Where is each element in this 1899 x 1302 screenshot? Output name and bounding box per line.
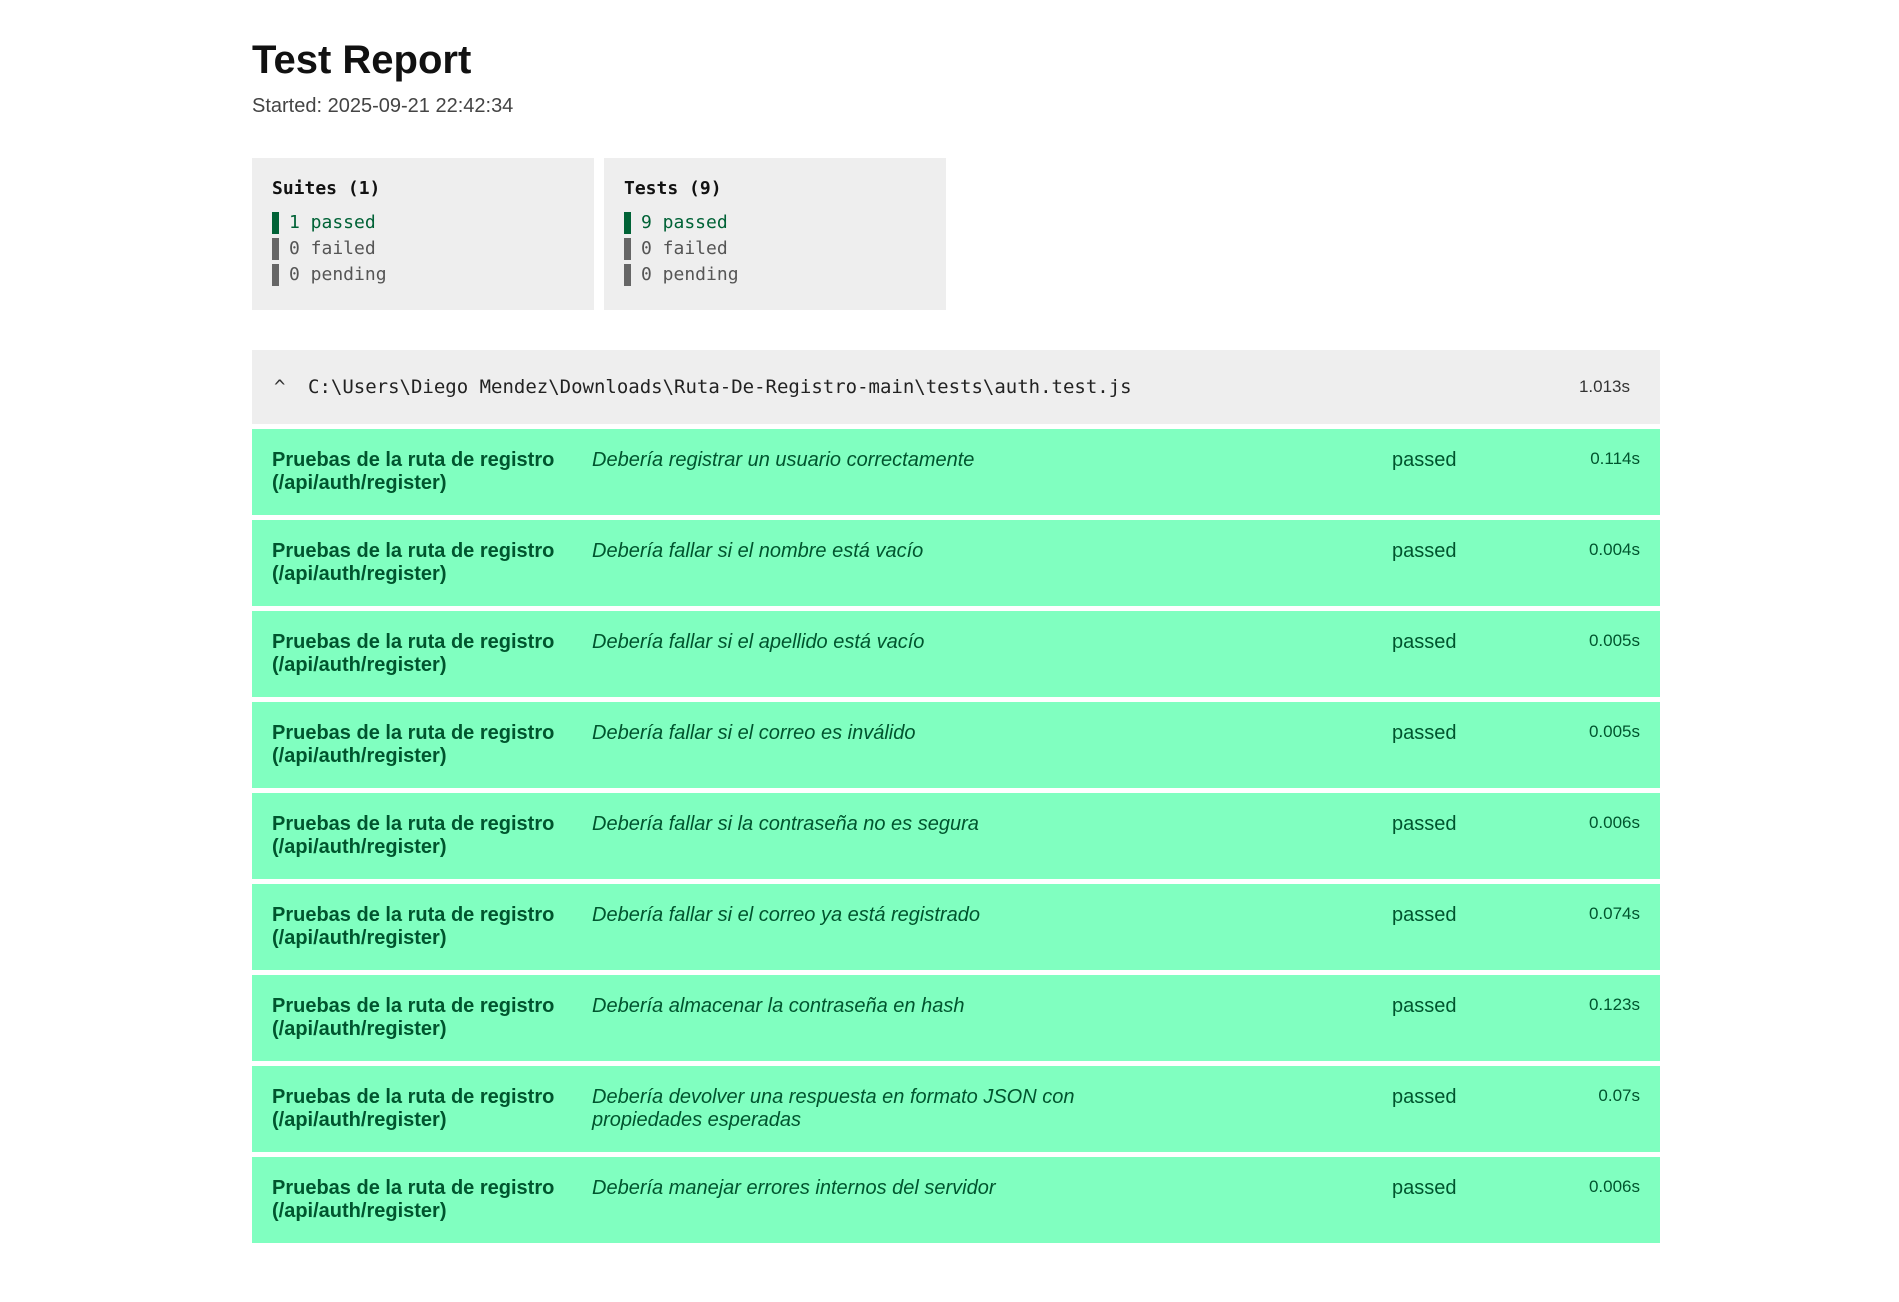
tests-failed-stat: 0 failed [624, 236, 926, 262]
test-status: passed [1392, 813, 1457, 835]
test-status: passed [1392, 904, 1457, 926]
test-title: Debería fallar si la contraseña no es se… [592, 813, 979, 835]
test-duration: 0.07s [1598, 1086, 1640, 1105]
test-status: passed [1392, 540, 1457, 562]
test-status: passed [1392, 449, 1457, 471]
tests-pending-stat: 0 pending [624, 262, 926, 288]
test-status: passed [1392, 631, 1457, 653]
tests-summary-title: Tests (9) [624, 178, 722, 199]
test-duration: 0.005s [1588, 722, 1640, 741]
test-row: Pruebas de la ruta de registro (/api/aut… [252, 429, 1660, 515]
suite-duration: 1.013s [1578, 377, 1630, 396]
page-title: Test Report [252, 38, 472, 82]
test-suite-name: Pruebas de la ruta de registro (/api/aut… [272, 904, 555, 949]
suites-failed-stat: 0 failed [272, 236, 574, 262]
suite-header[interactable]: ^ C:\Users\Diego Mendez\Downloads\Ruta-D… [252, 350, 1660, 424]
test-duration: 0.006s [1588, 813, 1640, 832]
test-title: Debería fallar si el correo es inválido [592, 722, 916, 744]
test-title: Debería registrar un usuario correctamen… [592, 449, 975, 471]
suites-failed-label: 0 failed [289, 238, 376, 259]
test-row: Pruebas de la ruta de registro (/api/aut… [252, 975, 1660, 1061]
test-duration: 0.123s [1588, 995, 1640, 1014]
test-suite-name: Pruebas de la ruta de registro (/api/aut… [272, 813, 555, 858]
test-title: Debería manejar errores internos del ser… [592, 1177, 996, 1199]
passed-bar-icon [624, 212, 631, 234]
test-row: Pruebas de la ruta de registro (/api/aut… [252, 1066, 1660, 1152]
test-status: passed [1392, 1177, 1457, 1199]
test-suite-name: Pruebas de la ruta de registro (/api/aut… [272, 1177, 555, 1222]
test-suite-name: Pruebas de la ruta de registro (/api/aut… [272, 722, 555, 767]
suites-summary-title: Suites (1) [272, 178, 381, 199]
tests-passed-label: 9 passed [641, 212, 728, 233]
chevron-up-icon[interactable]: ^ [274, 376, 292, 398]
test-row: Pruebas de la ruta de registro (/api/aut… [252, 611, 1660, 697]
test-row: Pruebas de la ruta de registro (/api/aut… [252, 520, 1660, 606]
test-suite-name: Pruebas de la ruta de registro (/api/aut… [272, 540, 555, 585]
tests-summary-card: Tests (9) 9 passed 0 failed 0 pending [604, 158, 946, 310]
passed-bar-icon [272, 212, 279, 234]
test-duration: 0.114s [1590, 449, 1640, 468]
suites-pending-stat: 0 pending [272, 262, 574, 288]
test-duration: 0.005s [1588, 631, 1640, 650]
test-title: Debería devolver una respuesta en format… [592, 1086, 1075, 1131]
test-duration: 0.004s [1588, 540, 1640, 559]
test-row: Pruebas de la ruta de registro (/api/aut… [252, 702, 1660, 788]
suites-passed-label: 1 passed [289, 212, 376, 233]
suites-passed-stat: 1 passed [272, 210, 574, 236]
started-timestamp: Started: 2025-09-21 22:42:34 [252, 95, 514, 117]
suite-section: ^ C:\Users\Diego Mendez\Downloads\Ruta-D… [252, 350, 1660, 1243]
test-row: Pruebas de la ruta de registro (/api/aut… [252, 884, 1660, 970]
test-duration: 0.074s [1588, 904, 1640, 923]
test-row: Pruebas de la ruta de registro (/api/aut… [252, 793, 1660, 879]
test-status: passed [1392, 1086, 1457, 1108]
failed-bar-icon [624, 238, 631, 260]
test-title: Debería fallar si el correo ya está regi… [592, 904, 980, 926]
test-suite-name: Pruebas de la ruta de registro (/api/aut… [272, 449, 555, 494]
test-list: Pruebas de la ruta de registro (/api/aut… [252, 429, 1660, 1243]
summary-section: Suites (1) 1 passed 0 failed 0 pending T… [252, 158, 1660, 310]
test-status: passed [1392, 995, 1457, 1017]
pending-bar-icon [624, 264, 631, 286]
test-suite-name: Pruebas de la ruta de registro (/api/aut… [272, 995, 555, 1040]
suite-file-path: C:\Users\Diego Mendez\Downloads\Ruta-De-… [308, 376, 1132, 398]
test-status: passed [1392, 722, 1457, 744]
test-title: Debería fallar si el nombre está vacío [592, 540, 924, 562]
tests-pending-label: 0 pending [641, 264, 739, 285]
suites-summary-card: Suites (1) 1 passed 0 failed 0 pending [252, 158, 594, 310]
test-duration: 0.006s [1588, 1177, 1640, 1196]
test-suite-name: Pruebas de la ruta de registro (/api/aut… [272, 1086, 555, 1131]
test-title: Debería fallar si el apellido está vacío [592, 631, 925, 653]
pending-bar-icon [272, 264, 279, 286]
report-container: Test Report Started: 2025-09-21 22:42:34… [252, 36, 1660, 1243]
suites-pending-label: 0 pending [289, 264, 387, 285]
test-title: Debería almacenar la contraseña en hash [592, 995, 965, 1017]
test-suite-name: Pruebas de la ruta de registro (/api/aut… [272, 631, 555, 676]
failed-bar-icon [272, 238, 279, 260]
tests-passed-stat: 9 passed [624, 210, 926, 236]
tests-failed-label: 0 failed [641, 238, 728, 259]
test-row: Pruebas de la ruta de registro (/api/aut… [252, 1157, 1660, 1243]
